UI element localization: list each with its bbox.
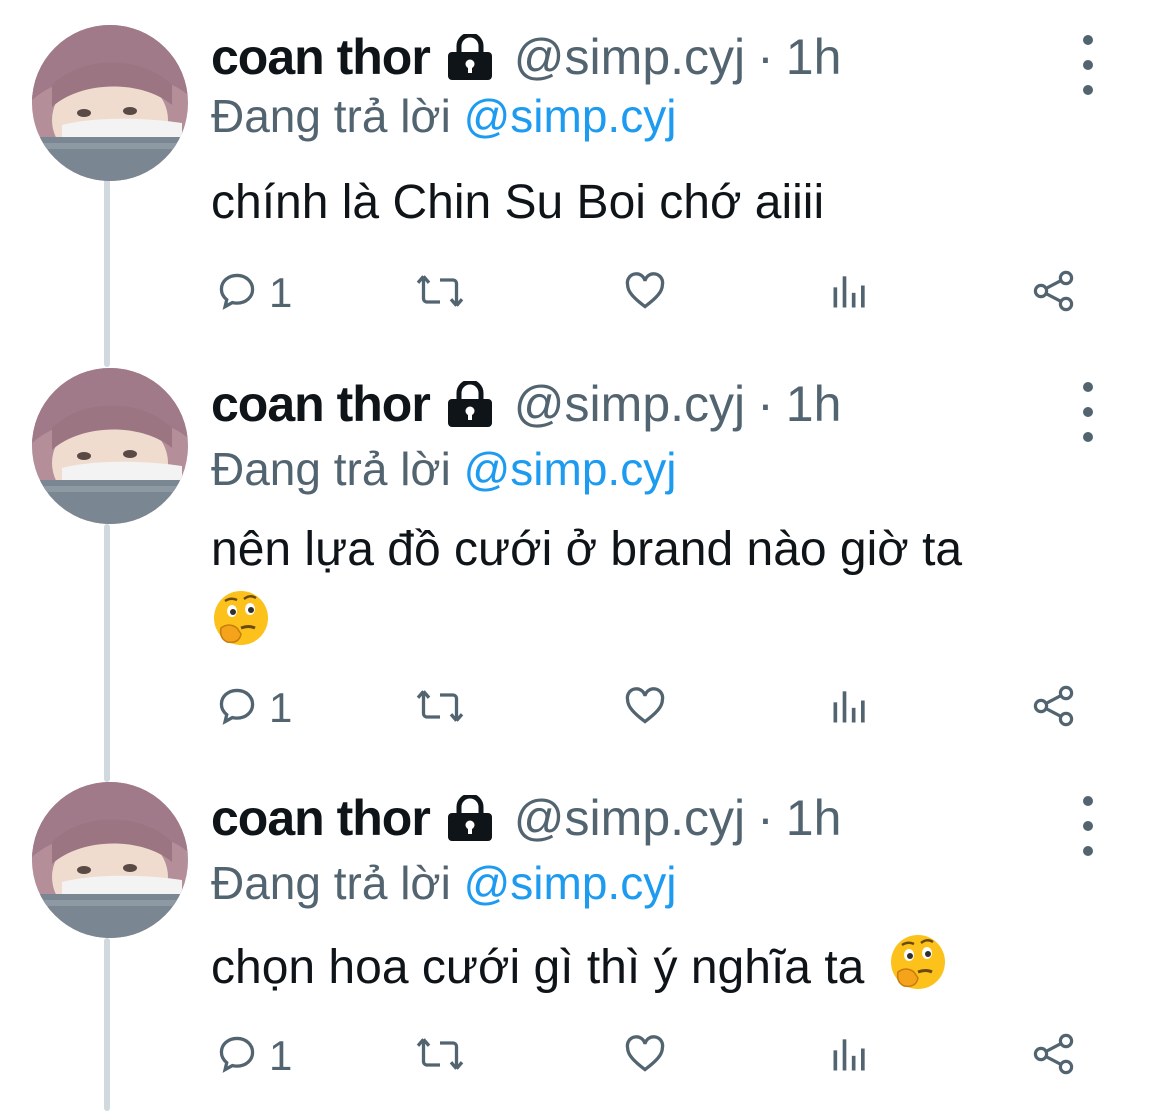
tweet[interactable]: coan thor @simp.cyj · 1h Đang trả lời @s…	[0, 368, 1152, 758]
replying-prefix: Đang trả lời	[211, 90, 451, 142]
replying-to: Đang trả lời @simp.cyj	[211, 856, 676, 910]
more-vertical-icon[interactable]	[1070, 35, 1106, 95]
lock-icon	[444, 34, 496, 80]
tweet-text: chọn hoa cưới gì thì ý nghĩa ta	[211, 932, 1111, 1009]
share-icon	[1030, 1030, 1078, 1083]
tweet-actions: 1	[0, 1026, 1152, 1086]
views-icon	[828, 684, 872, 733]
share-button[interactable]	[1030, 1026, 1078, 1086]
tweet-text-content: chính là Chin Su Boi chớ aiiii	[211, 176, 825, 229]
timestamp[interactable]: 1h	[786, 375, 842, 433]
tweet[interactable]: coan thor @simp.cyj · 1h Đang trả lời @s…	[0, 782, 1152, 1111]
user-handle[interactable]: @simp.cyj	[514, 375, 745, 433]
tweet-text: nên lựa đồ cưới ở brand nào giờ ta	[211, 518, 1111, 665]
retweet-button[interactable]	[414, 678, 466, 738]
share-button[interactable]	[1030, 263, 1078, 323]
heart-icon	[622, 269, 668, 318]
reply-count: 1	[269, 1032, 293, 1079]
retweet-icon	[414, 269, 466, 318]
thinking-face-emoji	[888, 932, 948, 1009]
thinking-face-emoji	[211, 588, 271, 665]
tweet-text-content: nên lựa đồ cưới ở brand nào giờ ta	[211, 523, 963, 576]
display-name[interactable]: coan thor	[211, 375, 431, 433]
reply-icon	[215, 1032, 259, 1081]
reply-icon	[215, 269, 259, 318]
separator-dot: ·	[757, 376, 774, 432]
like-button[interactable]	[622, 263, 668, 323]
timestamp[interactable]: 1h	[786, 28, 842, 86]
retweet-icon	[414, 1032, 466, 1081]
tweet-actions: 1	[0, 678, 1152, 738]
tweet[interactable]: coan thor @simp.cyj · 1h Đang trả lời @s…	[0, 25, 1152, 355]
reply-icon	[215, 684, 259, 733]
more-vertical-icon[interactable]	[1070, 382, 1106, 442]
retweet-button[interactable]	[414, 1026, 466, 1086]
heart-icon	[622, 684, 668, 733]
views-button[interactable]	[828, 263, 872, 323]
share-icon	[1030, 267, 1078, 320]
replying-prefix: Đang trả lời	[211, 857, 451, 909]
mention-link[interactable]: @simp.cyj	[464, 857, 677, 909]
views-button[interactable]	[828, 678, 872, 738]
tweet-text-content: chọn hoa cưới gì thì ý nghĩa ta	[211, 941, 865, 995]
reply-button[interactable]: 1	[215, 1026, 292, 1086]
avatar[interactable]	[32, 368, 188, 524]
tweet-text: chính là Chin Su Boi chớ aiiii	[211, 171, 1111, 235]
mention-link[interactable]: @simp.cyj	[464, 90, 677, 142]
user-handle[interactable]: @simp.cyj	[514, 28, 745, 86]
share-icon	[1030, 682, 1078, 735]
reply-button[interactable]: 1	[215, 263, 292, 323]
separator-dot: ·	[757, 29, 774, 85]
replying-to: Đang trả lời @simp.cyj	[211, 442, 676, 496]
display-name[interactable]: coan thor	[211, 28, 431, 86]
timestamp[interactable]: 1h	[786, 789, 842, 847]
tweet-header: coan thor @simp.cyj · 1h	[211, 374, 841, 434]
tweet-header: coan thor @simp.cyj · 1h	[211, 27, 841, 87]
views-icon	[828, 1032, 872, 1081]
more-vertical-icon[interactable]	[1070, 796, 1106, 856]
avatar[interactable]	[32, 25, 188, 181]
tweet-header: coan thor @simp.cyj · 1h	[211, 788, 841, 848]
retweet-button[interactable]	[414, 263, 466, 323]
like-button[interactable]	[622, 678, 668, 738]
tweet-actions: 1	[0, 263, 1152, 323]
views-button[interactable]	[828, 1026, 872, 1086]
display-name[interactable]: coan thor	[211, 789, 431, 847]
replying-prefix: Đang trả lời	[211, 443, 451, 495]
reply-button[interactable]: 1	[215, 678, 292, 738]
like-button[interactable]	[622, 1026, 668, 1086]
views-icon	[828, 269, 872, 318]
lock-icon	[444, 795, 496, 841]
avatar[interactable]	[32, 782, 188, 938]
share-button[interactable]	[1030, 678, 1078, 738]
lock-icon	[444, 381, 496, 427]
user-handle[interactable]: @simp.cyj	[514, 789, 745, 847]
retweet-icon	[414, 684, 466, 733]
reply-count: 1	[269, 684, 293, 731]
mention-link[interactable]: @simp.cyj	[464, 443, 677, 495]
reply-count: 1	[269, 269, 293, 316]
heart-icon	[622, 1032, 668, 1081]
replying-to: Đang trả lời @simp.cyj	[211, 89, 676, 143]
separator-dot: ·	[757, 790, 774, 846]
